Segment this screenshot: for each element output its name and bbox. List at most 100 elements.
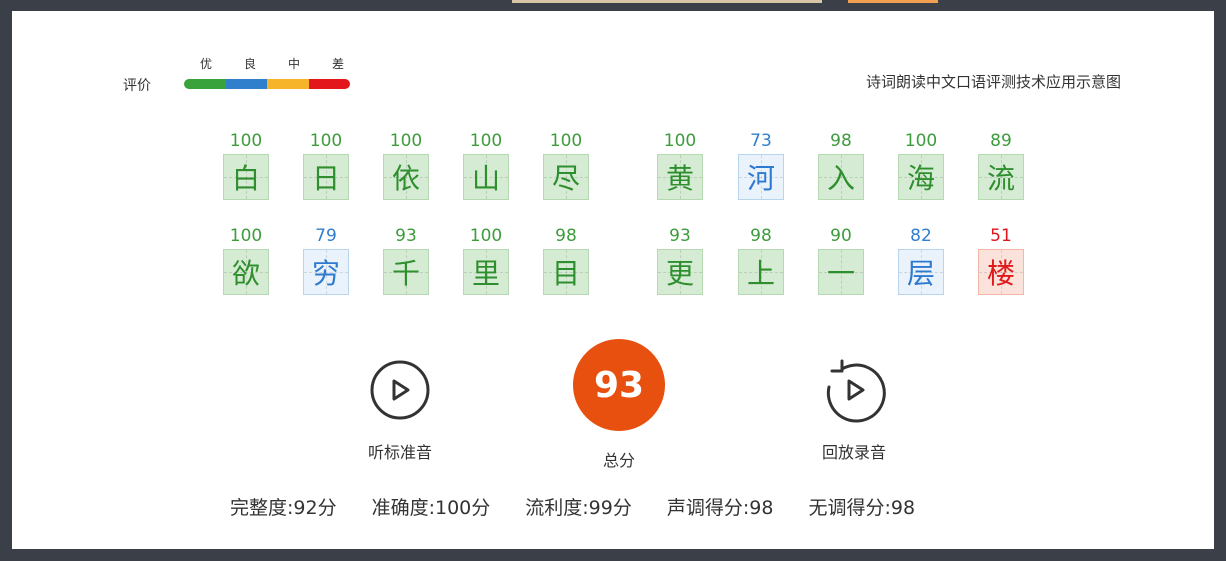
char-cell[interactable]: 90 一 bbox=[818, 226, 864, 295]
char-score: 100 bbox=[469, 226, 503, 246]
char-cell[interactable]: 89 流 bbox=[978, 131, 1024, 200]
legend-grades: 优 良 中 差 bbox=[194, 55, 370, 72]
char-box: 楼 bbox=[978, 249, 1024, 295]
char-glyph: 千 bbox=[391, 257, 420, 290]
char-glyph: 白 bbox=[231, 162, 260, 195]
char-box: 日 bbox=[303, 154, 349, 200]
char-box: 河 bbox=[738, 154, 784, 200]
grade-fair: 中 bbox=[288, 57, 301, 71]
char-glyph: 一 bbox=[826, 257, 855, 290]
total-score-block: 93 总分 bbox=[559, 339, 679, 471]
char-cell[interactable]: 98 目 bbox=[543, 226, 589, 295]
char-score: 100 bbox=[469, 131, 503, 151]
char-score: 93 bbox=[395, 226, 417, 246]
char-glyph: 目 bbox=[551, 257, 580, 290]
char-box: 穷 bbox=[303, 249, 349, 295]
char-glyph: 欲 bbox=[231, 257, 260, 290]
char-box: 里 bbox=[463, 249, 509, 295]
score-breakdown: 完整度:92分 准确度:100分 流利度:99分 声调得分:98 无调得分:98 bbox=[230, 493, 950, 520]
char-box: 依 bbox=[383, 154, 429, 200]
char-cell[interactable]: 100 山 bbox=[463, 131, 509, 200]
char-box: 层 bbox=[898, 249, 944, 295]
char-box: 白 bbox=[223, 154, 269, 200]
play-icon[interactable] bbox=[367, 357, 433, 423]
char-glyph: 河 bbox=[746, 162, 775, 195]
char-score: 100 bbox=[229, 226, 263, 246]
char-box: 尽 bbox=[543, 154, 589, 200]
char-glyph: 层 bbox=[906, 257, 935, 290]
char-glyph: 日 bbox=[311, 162, 340, 195]
grade-poor: 差 bbox=[332, 57, 345, 71]
char-glyph: 上 bbox=[746, 257, 775, 290]
char-box: 目 bbox=[543, 249, 589, 295]
char-box: 入 bbox=[818, 154, 864, 200]
char-score: 93 bbox=[669, 226, 691, 246]
char-cell[interactable]: 82 层 bbox=[898, 226, 944, 295]
char-score: 100 bbox=[309, 131, 343, 151]
legend-swatch-fair bbox=[267, 79, 309, 89]
char-glyph: 依 bbox=[391, 162, 420, 195]
char-cell[interactable]: 100 日 bbox=[303, 131, 349, 200]
replay-icon[interactable] bbox=[821, 357, 887, 423]
char-cell[interactable]: 93 更 bbox=[657, 226, 703, 295]
legend-swatch-good bbox=[225, 79, 267, 89]
char-box: 海 bbox=[898, 154, 944, 200]
accuracy-stat: 准确度:100分 bbox=[371, 497, 491, 519]
char-glyph: 更 bbox=[665, 257, 694, 290]
grade-excellent: 优 bbox=[200, 57, 213, 71]
char-box: 流 bbox=[978, 154, 1024, 200]
char-score: 100 bbox=[229, 131, 263, 151]
char-score: 98 bbox=[830, 131, 852, 151]
char-glyph: 海 bbox=[906, 162, 935, 195]
char-box: 一 bbox=[818, 249, 864, 295]
char-score: 100 bbox=[663, 131, 697, 151]
total-score-label: 总分 bbox=[602, 451, 635, 470]
replay-recording-control[interactable]: 回放录音 bbox=[794, 357, 914, 463]
char-box: 黄 bbox=[657, 154, 703, 200]
char-score: 90 bbox=[830, 226, 852, 246]
play-standard-control[interactable]: 听标准音 bbox=[340, 357, 460, 463]
char-glyph: 楼 bbox=[986, 257, 1015, 290]
char-cell[interactable]: 93 千 bbox=[383, 226, 429, 295]
replay-recording-label: 回放录音 bbox=[821, 443, 886, 462]
char-box: 欲 bbox=[223, 249, 269, 295]
char-glyph: 穷 bbox=[311, 257, 340, 290]
toneless-score-stat: 无调得分:98 bbox=[808, 497, 916, 519]
char-glyph: 黄 bbox=[665, 162, 694, 195]
char-cell[interactable]: 73 河 bbox=[738, 131, 784, 200]
char-score: 100 bbox=[389, 131, 423, 151]
char-glyph: 山 bbox=[471, 162, 500, 195]
char-cell[interactable]: 100 尽 bbox=[543, 131, 589, 200]
tone-score-stat: 声调得分:98 bbox=[666, 497, 774, 519]
char-cell[interactable]: 100 欲 bbox=[223, 226, 269, 295]
top-decoration-left bbox=[512, 0, 822, 3]
char-cell[interactable]: 98 入 bbox=[818, 131, 864, 200]
char-cell[interactable]: 100 白 bbox=[223, 131, 269, 200]
char-box: 山 bbox=[463, 154, 509, 200]
char-cell[interactable]: 51 楼 bbox=[978, 226, 1024, 295]
completeness-stat: 完整度:92分 bbox=[230, 497, 337, 519]
play-standard-label: 听标准音 bbox=[367, 443, 432, 462]
char-cell[interactable]: 100 海 bbox=[898, 131, 944, 200]
char-score: 100 bbox=[549, 131, 583, 151]
char-score: 79 bbox=[315, 226, 337, 246]
char-box: 千 bbox=[383, 249, 429, 295]
char-box: 上 bbox=[738, 249, 784, 295]
char-glyph: 入 bbox=[826, 162, 855, 195]
char-cell[interactable]: 100 依 bbox=[383, 131, 429, 200]
legend-label: 评价 bbox=[123, 78, 151, 94]
char-score: 89 bbox=[990, 131, 1012, 151]
char-cell[interactable]: 79 穷 bbox=[303, 226, 349, 295]
char-cell[interactable]: 100 里 bbox=[463, 226, 509, 295]
char-cell[interactable]: 98 上 bbox=[738, 226, 784, 295]
legend-color-bar bbox=[184, 79, 350, 89]
char-cell[interactable]: 100 黄 bbox=[657, 131, 703, 200]
evaluation-panel: 评价 优 良 中 差 诗词朗读中文口语评测技术应用示意图 100 白 100 日 100… bbox=[12, 11, 1214, 549]
total-score-badge: 93 bbox=[573, 339, 665, 431]
char-score: 51 bbox=[990, 226, 1012, 246]
top-decoration-right bbox=[848, 0, 938, 3]
char-score: 98 bbox=[750, 226, 772, 246]
char-score: 98 bbox=[555, 226, 577, 246]
legend-swatch-excellent bbox=[184, 79, 226, 89]
char-score: 73 bbox=[750, 131, 772, 151]
